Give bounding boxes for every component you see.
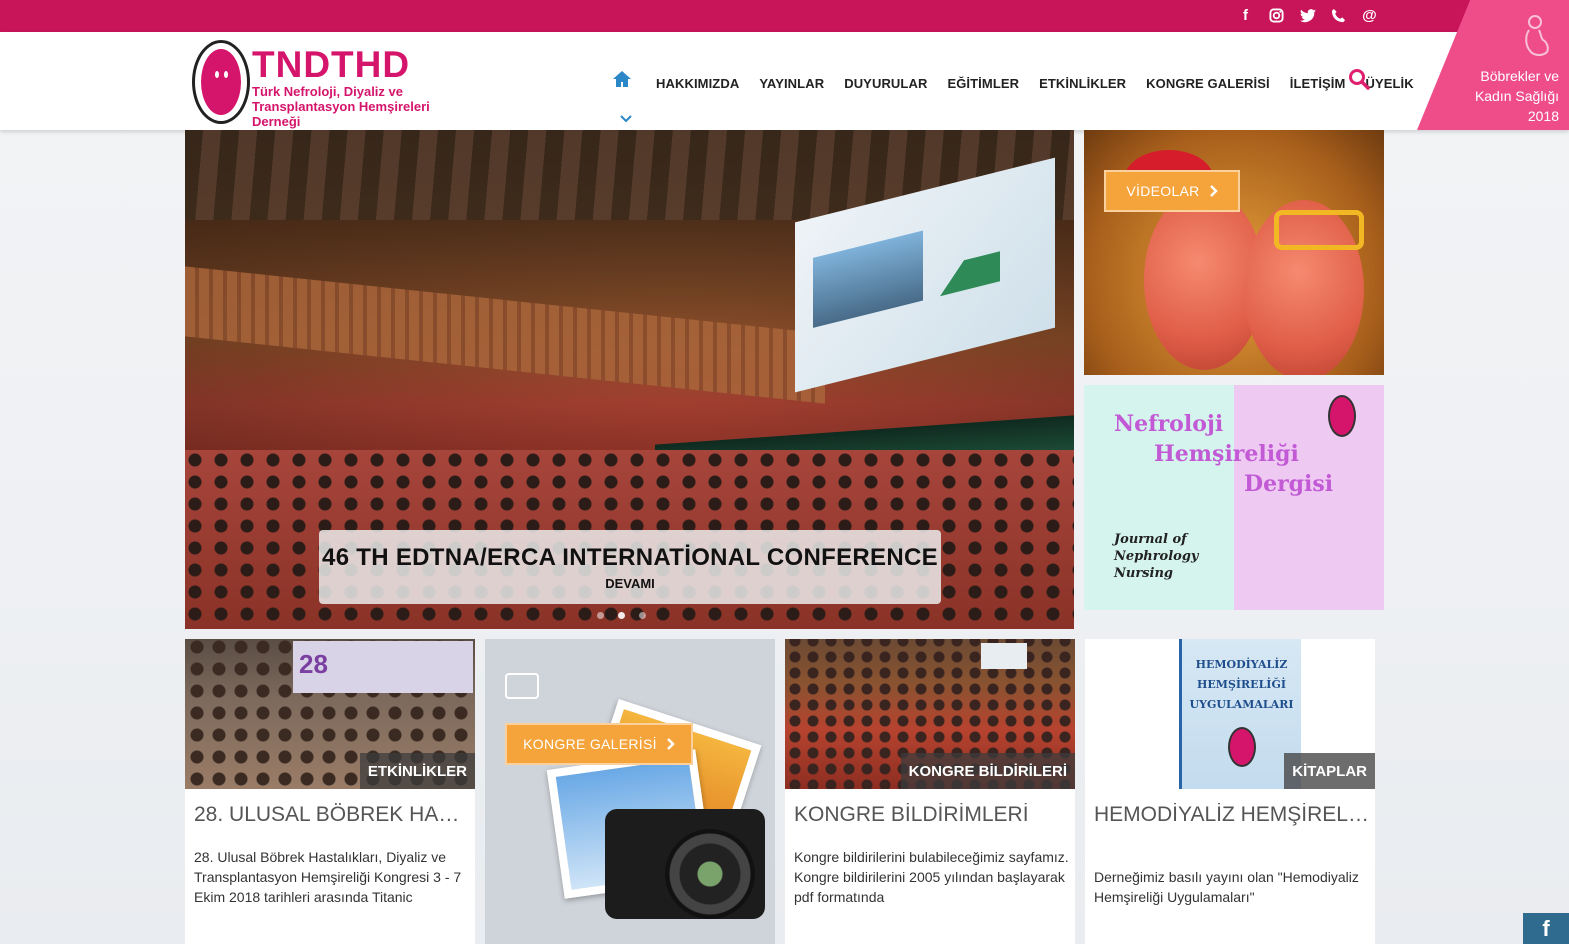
card-congress-papers[interactable]: KONGRE BİLDİRİLERİ KONGRE BİLDİRİMLERİ K…: [785, 639, 1075, 944]
card-text: Derneğimiz basılı yayını olan "Hemodiyal…: [1094, 869, 1359, 905]
facebook-icon: f: [1542, 915, 1550, 941]
card-title[interactable]: 28. ULUSAL BÖBREK HASTALIKLARI...: [194, 803, 469, 827]
chevron-down-icon[interactable]: [620, 110, 632, 126]
home-icon[interactable]: [612, 70, 640, 96]
gallery-icon: [505, 673, 539, 699]
phone-icon[interactable]: [1329, 6, 1348, 25]
category-tag[interactable]: KİTAPLAR: [1284, 753, 1375, 789]
videos-button[interactable]: VİDEOLAR: [1104, 170, 1240, 212]
gallery-button[interactable]: KONGRE GALERİSİ: [505, 723, 693, 765]
card-books[interactable]: HEMODİYALİZ HEMŞİRELİĞİ UYGULAMALARI KİT…: [1085, 639, 1375, 944]
search-icon[interactable]: [1348, 68, 1372, 92]
nav-item-uyelik[interactable]: ÜYELİK: [1365, 76, 1413, 91]
slider-dot[interactable]: [618, 612, 625, 619]
card-title[interactable]: HEMODİYALİZ HEMŞİRELİĞİ UYGULAMALARI: [1094, 803, 1369, 827]
header: TNDTHD Türk Nefroloji, Diyaliz ve Transp…: [0, 32, 1569, 130]
corner-badge-text: Böbrekler ve Kadın Sağlığı 2018: [1474, 68, 1559, 124]
nav-item-yayinlar[interactable]: YAYINLAR: [759, 76, 824, 91]
nav-item-hakkimizda[interactable]: HAKKIMIZDA: [656, 76, 739, 91]
category-tag[interactable]: KONGRE BİLDİRİLERİ: [900, 753, 1075, 789]
main-nav: HAKKIMIZDA YAYINLAR DUYURULAR EĞİTİMLER …: [612, 70, 1434, 96]
pregnant-woman-icon: [1519, 14, 1551, 60]
facebook-float-button[interactable]: f: [1523, 913, 1569, 944]
hero-caption[interactable]: 46 TH EDTNA/ERCA INTERNATİONAL CONFERENC…: [319, 530, 941, 604]
card-gallery[interactable]: KONGRE GALERİSİ: [485, 639, 775, 944]
slider-dot[interactable]: [597, 612, 604, 619]
journal-tile[interactable]: Nefroloji Hemşireliği Dergisi Journal of…: [1084, 385, 1384, 610]
nav-item-kongre-galerisi[interactable]: KONGRE GALERİSİ: [1146, 76, 1270, 91]
twitter-icon[interactable]: [1298, 6, 1317, 25]
slider-dots: [597, 612, 646, 619]
nav-item-iletisim[interactable]: İLETİŞİM: [1290, 76, 1346, 91]
email-icon[interactable]: @: [1360, 6, 1379, 25]
card-text: 28. Ulusal Böbrek Hastalıkları, Diyaliz …: [194, 849, 462, 905]
kidney-logo-icon: [192, 40, 250, 124]
facebook-icon[interactable]: f: [1236, 6, 1255, 25]
top-bar: f @: [0, 0, 1569, 32]
nav-item-etkinlikler[interactable]: ETKİNLİKLER: [1039, 76, 1126, 91]
chevron-right-icon: [1209, 185, 1218, 197]
journal-title-en: Journal of Nephrology Nursing: [1114, 532, 1199, 581]
kidney-logo-icon: [1328, 395, 1356, 437]
camera-icon: [605, 809, 765, 919]
card-title[interactable]: KONGRE BİLDİRİMLERİ: [794, 803, 1069, 827]
hero-more-link[interactable]: DEVAMI: [319, 576, 941, 591]
category-tag[interactable]: ETKİNLİKLER: [359, 753, 475, 789]
card-events[interactable]: 28 ETKİNLİKLER 28. ULUSAL BÖBREK HASTALI…: [185, 639, 475, 944]
nav-item-duyurular[interactable]: DUYURULAR: [844, 76, 927, 91]
book-cover: HEMODİYALİZ HEMŞİRELİĞİ UYGULAMALARI: [1179, 639, 1301, 789]
hero-slider[interactable]: 46 TH EDTNA/ERCA INTERNATİONAL CONFERENC…: [185, 130, 1074, 629]
nav-item-egitimler[interactable]: EĞİTİMLER: [947, 76, 1019, 91]
chevron-right-icon: [666, 738, 675, 750]
journal-title-tr: Nefroloji Hemşireliği Dergisi: [1114, 411, 1334, 497]
slider-dot[interactable]: [639, 612, 646, 619]
social-links: f @: [1236, 6, 1379, 25]
hero-title: 46 TH EDTNA/ERCA INTERNATİONAL CONFERENC…: [322, 544, 938, 571]
card-text: Kongre bildirilerini bulabileceğimiz say…: [794, 849, 1069, 905]
instagram-icon[interactable]: [1267, 6, 1286, 25]
logo-title: TNDTHD: [252, 44, 411, 85]
site-logo[interactable]: TNDTHD Türk Nefroloji, Diyaliz ve Transp…: [190, 38, 470, 129]
videos-tile[interactable]: VİDEOLAR: [1084, 130, 1384, 375]
logo-subtitle: Türk Nefroloji, Diyaliz ve Transplantasy…: [252, 84, 430, 129]
